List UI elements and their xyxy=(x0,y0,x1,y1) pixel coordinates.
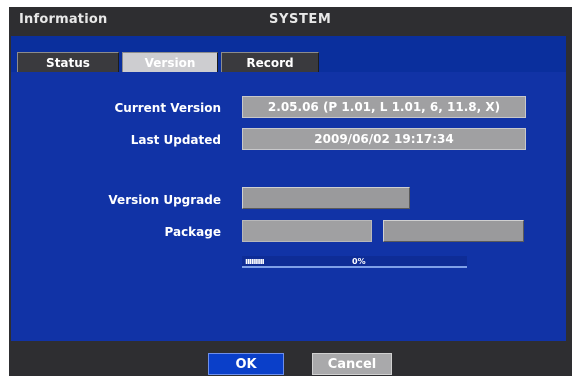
current-version-field: 2.05.06 (P 1.01, L 1.01, 6, 11.8, X) xyxy=(242,96,526,118)
package-label: Package xyxy=(164,225,222,239)
progress-percent: 0% xyxy=(352,257,366,266)
progress-ticks: ııııııııı xyxy=(245,257,265,267)
dialog-footer: OK Cancel xyxy=(9,341,572,376)
ok-button[interactable]: OK xyxy=(208,353,284,375)
last-updated-field: 2009/06/02 19:17:34 xyxy=(242,128,526,150)
package-browse-button[interactable] xyxy=(383,220,524,242)
tab-bar: Status Version Record xyxy=(11,36,566,72)
last-updated-label: Last Updated xyxy=(130,133,221,147)
cancel-button[interactable]: Cancel xyxy=(312,353,392,375)
version-upgrade-button[interactable] xyxy=(242,187,410,209)
tab-record[interactable]: Record xyxy=(221,52,319,72)
upgrade-progress-bar: ııııııııı 0% xyxy=(242,256,467,268)
tab-version[interactable]: Version xyxy=(122,52,218,72)
dialog-title: Information xyxy=(19,12,108,27)
version-upgrade-label: Version Upgrade xyxy=(108,193,221,207)
current-version-label: Current Version xyxy=(114,101,221,115)
version-panel: Current Version 2.05.06 (P 1.01, L 1.01,… xyxy=(11,72,566,341)
title-bar: Information SYSTEM xyxy=(9,7,572,35)
information-dialog: Information SYSTEM Status Version Record… xyxy=(9,7,572,376)
package-field[interactable] xyxy=(242,220,372,242)
tab-status[interactable]: Status xyxy=(17,52,119,72)
section-title: SYSTEM xyxy=(269,12,332,27)
